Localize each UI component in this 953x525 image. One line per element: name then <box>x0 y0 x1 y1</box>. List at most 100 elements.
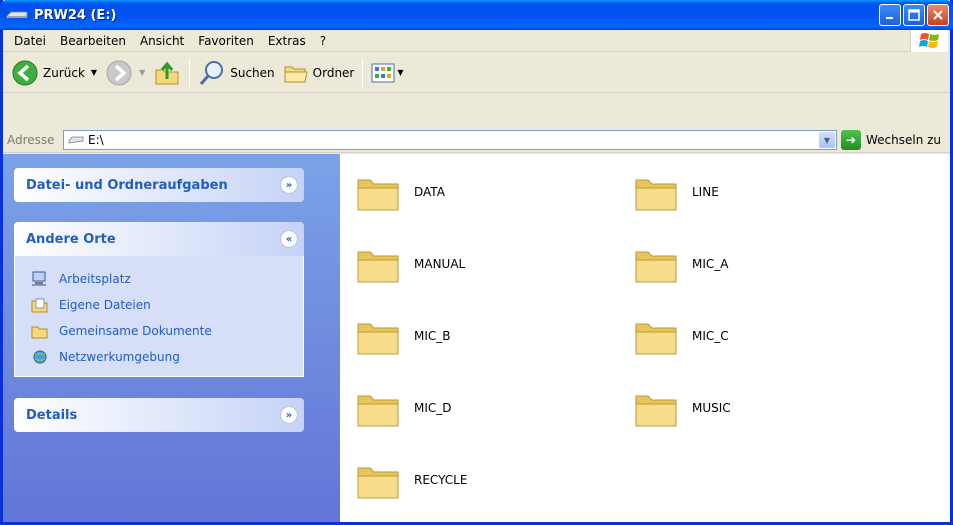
window-controls <box>879 4 949 26</box>
file-list: DATA LINE MANUAL MIC_A MIC_B MIC_C MIC_D <box>340 154 950 522</box>
folder-item[interactable]: MIC_A <box>632 240 728 288</box>
folder-item[interactable]: MIC_D <box>354 384 452 432</box>
folder-name: MIC_A <box>692 257 729 271</box>
address-value: E:\ <box>88 133 104 147</box>
panel-title-details: Details <box>26 407 78 423</box>
task-pane: Datei- und Ordneraufgaben » Andere Orte … <box>3 154 340 522</box>
expand-chevron-icon[interactable]: » <box>280 176 298 194</box>
menu-bearbeiten[interactable]: Bearbeiten <box>53 34 133 48</box>
folder-name: MIC_D <box>414 401 452 415</box>
views-button[interactable]: ▼ <box>367 56 407 90</box>
folder-up-icon <box>155 61 179 84</box>
back-dropdown-icon[interactable]: ▼ <box>91 68 97 77</box>
folders-icon <box>284 66 308 82</box>
toolbar: Zurück ▼ ▼ Suchen Ordner ▼ <box>3 53 950 93</box>
panel-header-other-places[interactable]: Andere Orte « <box>14 222 304 256</box>
folder-name: DATA <box>414 185 445 199</box>
my-computer-icon <box>32 271 46 286</box>
windows-logo-icon <box>910 30 948 52</box>
panel-header-file-tasks[interactable]: Datei- und Ordneraufgaben » <box>14 168 304 202</box>
folder-icon <box>357 179 399 211</box>
window-title: PRW24 (E:) <box>34 7 117 23</box>
toolbar-separator <box>362 57 364 88</box>
link-eigene-dateien[interactable]: Eigene Dateien <box>31 292 293 318</box>
folder-icon <box>357 467 399 499</box>
folder-icon <box>635 395 677 427</box>
expand-chevron-icon[interactable]: » <box>280 406 298 424</box>
folder-name: MANUAL <box>414 257 466 271</box>
maximize-icon <box>908 9 920 21</box>
link-label: Gemeinsame Dokumente <box>59 324 212 338</box>
address-bar: Adresse E:\ ▼ ➔ Wechseln zu <box>3 127 950 153</box>
panel-header-details[interactable]: Details » <box>14 398 304 432</box>
link-arbeitsplatz[interactable]: Arbeitsplatz <box>31 266 293 292</box>
explorer-window: PRW24 (E:) Datei Bearbeiten Ansicht Favo… <box>0 0 953 525</box>
folder-name: MIC_C <box>692 329 729 343</box>
address-input[interactable]: E:\ ▼ <box>63 130 837 150</box>
folder-icon <box>635 251 677 283</box>
up-folder-button[interactable] <box>149 56 185 90</box>
views-icon <box>371 63 395 82</box>
link-gemeinsame-dokumente[interactable]: Gemeinsame Dokumente <box>31 318 293 344</box>
link-label: Eigene Dateien <box>59 298 151 312</box>
folder-item[interactable]: MIC_B <box>354 312 451 360</box>
panel-title-other-places: Andere Orte <box>26 231 116 247</box>
shared-folder-icon <box>31 326 48 339</box>
title-bar[interactable]: PRW24 (E:) <box>0 0 953 30</box>
menu-favoriten[interactable]: Favoriten <box>191 34 261 48</box>
search-icon <box>200 60 224 85</box>
folder-icon <box>635 179 677 211</box>
panel-details: Details » <box>14 398 304 432</box>
panel-other-places: Andere Orte « Arbeitsplatz Eigene Dateie… <box>14 222 304 377</box>
drive-icon <box>6 11 28 19</box>
views-dropdown-icon[interactable]: ▼ <box>397 68 403 77</box>
menu-datei[interactable]: Datei <box>7 34 53 48</box>
panel-file-tasks: Datei- und Ordneraufgaben » <box>14 168 304 202</box>
go-arrow-icon: ➔ <box>841 130 861 150</box>
folder-item[interactable]: DATA <box>354 168 445 216</box>
search-button[interactable]: Suchen <box>194 56 278 90</box>
close-icon <box>933 10 943 20</box>
forward-arrow-icon <box>106 60 132 85</box>
back-label: Zurück <box>43 65 85 80</box>
network-icon <box>33 350 47 364</box>
minimize-icon <box>886 17 893 19</box>
menu-bar: Datei Bearbeiten Ansicht Favoriten Extra… <box>3 30 950 52</box>
go-button[interactable]: ➔ Wechseln zu <box>841 130 941 150</box>
forward-button[interactable]: ▼ <box>101 56 149 90</box>
panel-title-file-tasks: Datei- und Ordneraufgaben <box>26 177 228 193</box>
folder-item[interactable]: RECYCLE <box>354 456 467 504</box>
link-netzwerkumgebung[interactable]: Netzwerkumgebung <box>31 344 293 370</box>
maximize-button[interactable] <box>903 4 925 26</box>
address-dropdown-icon[interactable]: ▼ <box>819 132 835 148</box>
folder-item[interactable]: MUSIC <box>632 384 731 432</box>
back-arrow-icon <box>12 60 38 85</box>
drive-icon <box>68 136 84 144</box>
address-label: Adresse <box>7 132 55 147</box>
folder-name: RECYCLE <box>414 473 468 487</box>
my-documents-icon <box>31 298 48 313</box>
go-label: Wechseln zu <box>866 133 942 147</box>
folder-item[interactable]: MANUAL <box>354 240 465 288</box>
folder-icon <box>357 251 399 283</box>
search-label: Suchen <box>230 65 275 80</box>
folder-icon <box>635 323 677 355</box>
menu-ansicht[interactable]: Ansicht <box>133 34 191 48</box>
folder-item[interactable]: LINE <box>632 168 719 216</box>
folder-name: MIC_B <box>414 329 451 343</box>
minimize-button[interactable] <box>879 4 901 26</box>
collapse-chevron-icon[interactable]: « <box>280 230 298 248</box>
forward-dropdown-icon[interactable]: ▼ <box>139 68 145 77</box>
folder-name: LINE <box>692 185 719 199</box>
folder-icon <box>357 395 399 427</box>
folder-item[interactable]: MIC_C <box>632 312 729 360</box>
panel-body-other-places: Arbeitsplatz Eigene Dateien Gemeinsame D… <box>14 256 304 377</box>
close-button[interactable] <box>927 4 949 26</box>
toolbar-separator <box>189 57 191 88</box>
menu-extras[interactable]: Extras <box>261 34 313 48</box>
menu-help[interactable]: ? <box>313 34 333 48</box>
folders-button[interactable]: Ordner <box>279 56 359 90</box>
folder-icon <box>357 323 399 355</box>
link-label: Netzwerkumgebung <box>59 350 180 364</box>
back-button[interactable]: Zurück ▼ <box>7 56 101 90</box>
